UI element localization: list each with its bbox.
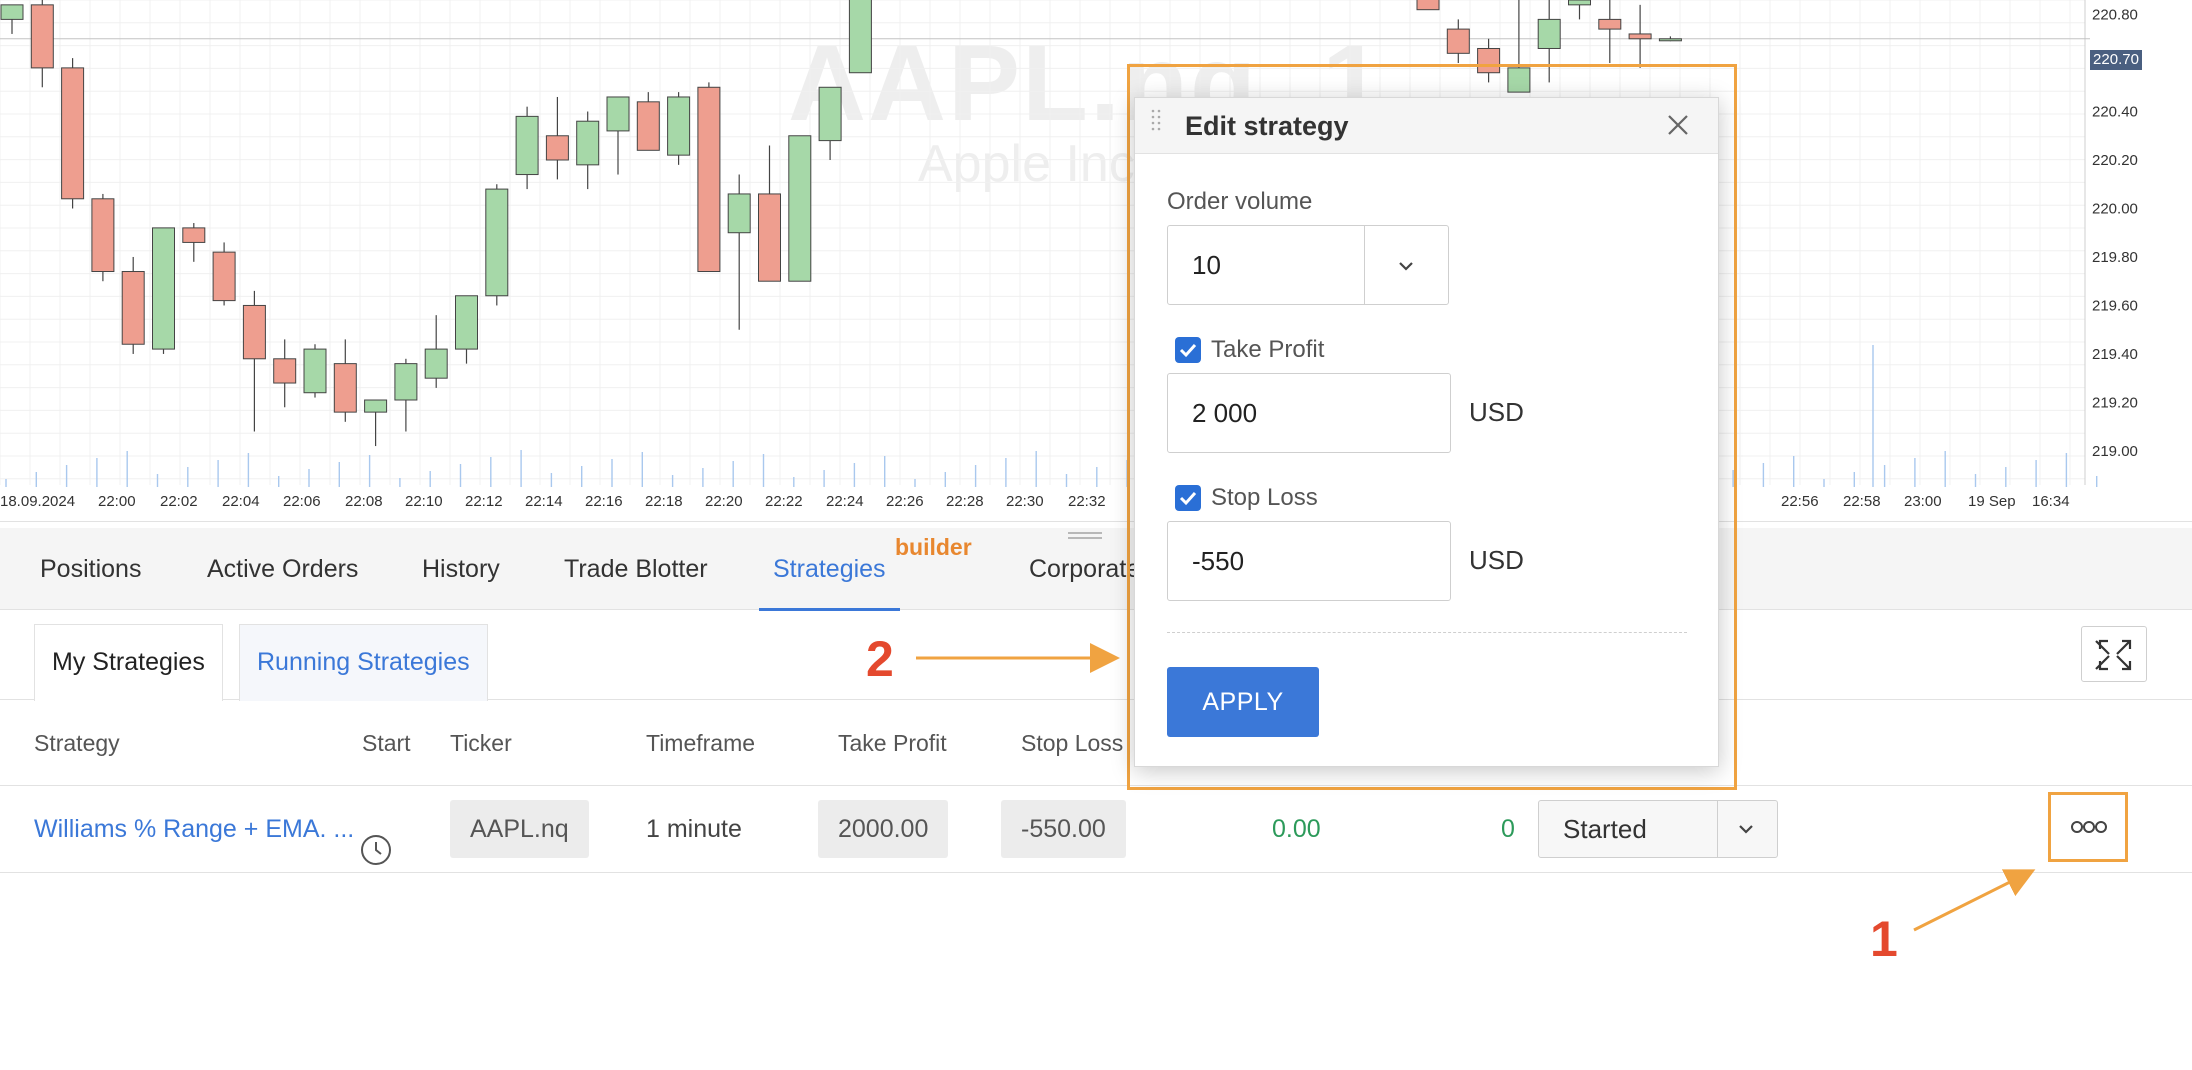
annotation-step-1: 1	[1870, 911, 1898, 967]
app-root: AAPL.nq, 1 Apple Inc 220.80220.60220.402…	[0, 0, 2192, 1070]
annotation-arrows	[916, 643, 2036, 932]
annotation-step-2: 2	[866, 631, 894, 687]
